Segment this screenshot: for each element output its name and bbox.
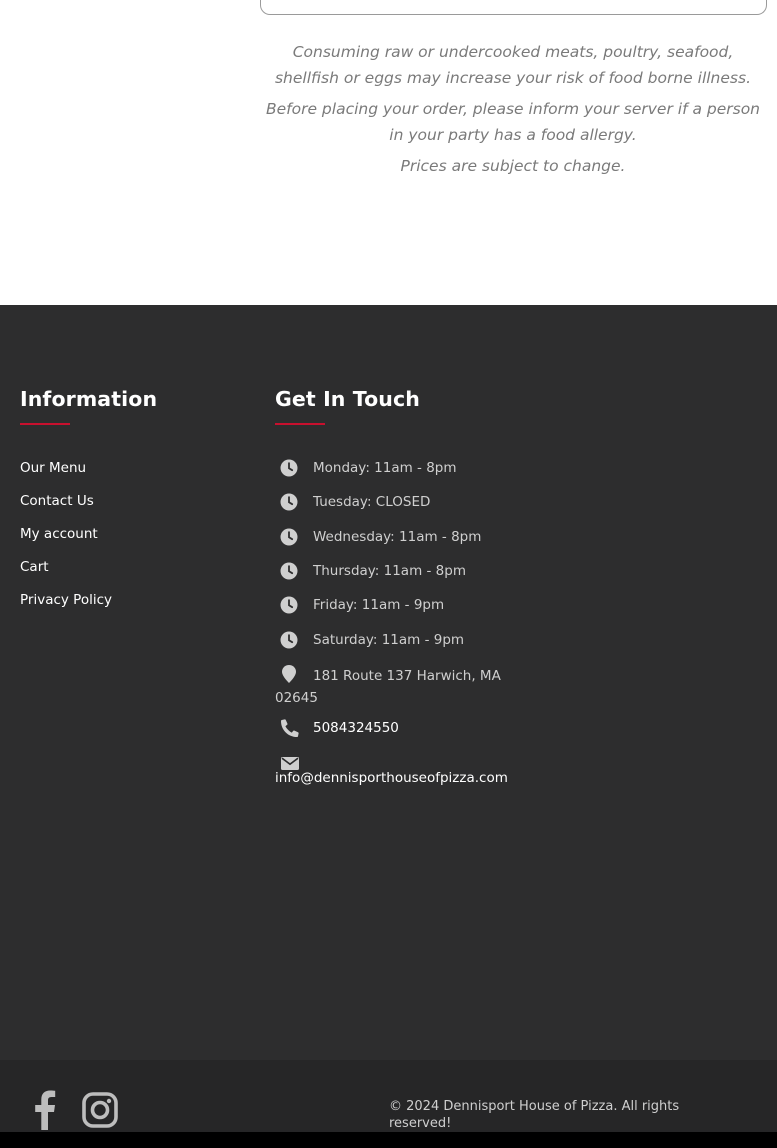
footer-link-contact-us[interactable]: Contact Us [20,493,94,509]
hours-thursday: Thursday: 11am - 8pm [275,560,466,582]
hours-label: Friday: 11am - 9pm [313,597,445,613]
hours-saturday: Saturday: 11am - 9pm [275,629,464,651]
clock-icon [275,526,305,548]
phone-row: 5084324550 [275,717,399,739]
site-footer: Information Our Menu Contact Us My accou… [0,305,777,1060]
footer-link-privacy-policy[interactable]: Privacy Policy [20,592,112,608]
clock-icon [275,491,305,513]
footer-link-cart[interactable]: Cart [20,559,49,575]
allergy-disclaimer: Before placing your order, please inform… [265,100,761,144]
get-in-touch-heading: Get In Touch [275,387,420,411]
get-in-touch-heading-underline [275,423,325,425]
hours-label: Wednesday: 11am - 8pm [313,529,482,545]
hours-wednesday: Wednesday: 11am - 8pm [275,526,481,548]
hours-monday: Monday: 11am - 8pm [275,457,457,479]
map-marker-icon [275,665,305,689]
hours-label: Thursday: 11am - 8pm [313,563,466,579]
information-heading-underline [20,423,70,425]
footer-bottom-bar: © 2024 Dennisport House of Pizza. All ri… [0,1060,777,1132]
information-heading: Information [20,387,158,411]
page-bottom-edge [0,1132,777,1148]
hours-friday: Friday: 11am - 9pm [275,594,444,616]
clock-icon [275,629,305,651]
clock-icon [275,560,305,582]
address-block: 181 Route 137 Harwich, MA 02645 [275,665,505,708]
food-safety-disclaimer: Consuming raw or undercooked meats, poul… [274,43,751,87]
hours-label: Saturday: 11am - 9pm [313,632,465,648]
phone-icon [275,719,305,737]
clock-icon [275,457,305,479]
instagram-icon[interactable] [82,1090,118,1134]
address-text: 181 Route 137 Harwich, MA 02645 [275,668,501,706]
phone-link[interactable]: 5084324550 [313,720,399,736]
email-link[interactable]: info@dennisporthouseofpizza.com [275,770,508,786]
hours-tuesday: Tuesday: CLOSED [275,491,430,513]
facebook-icon[interactable] [30,1090,58,1134]
menu-content-section: Consuming raw or undercooked meats, poul… [0,0,777,305]
menu-card-bottom-edge [260,0,767,15]
footer-link-our-menu[interactable]: Our Menu [20,460,86,476]
hours-label: Monday: 11am - 8pm [313,460,457,476]
clock-icon [275,594,305,616]
price-disclaimer: Prices are subject to change. [400,157,626,175]
footer-link-my-account[interactable]: My account [20,526,98,542]
copyright-text: © 2024 Dennisport House of Pizza. All ri… [389,1099,680,1131]
hours-label: Tuesday: CLOSED [313,494,431,510]
